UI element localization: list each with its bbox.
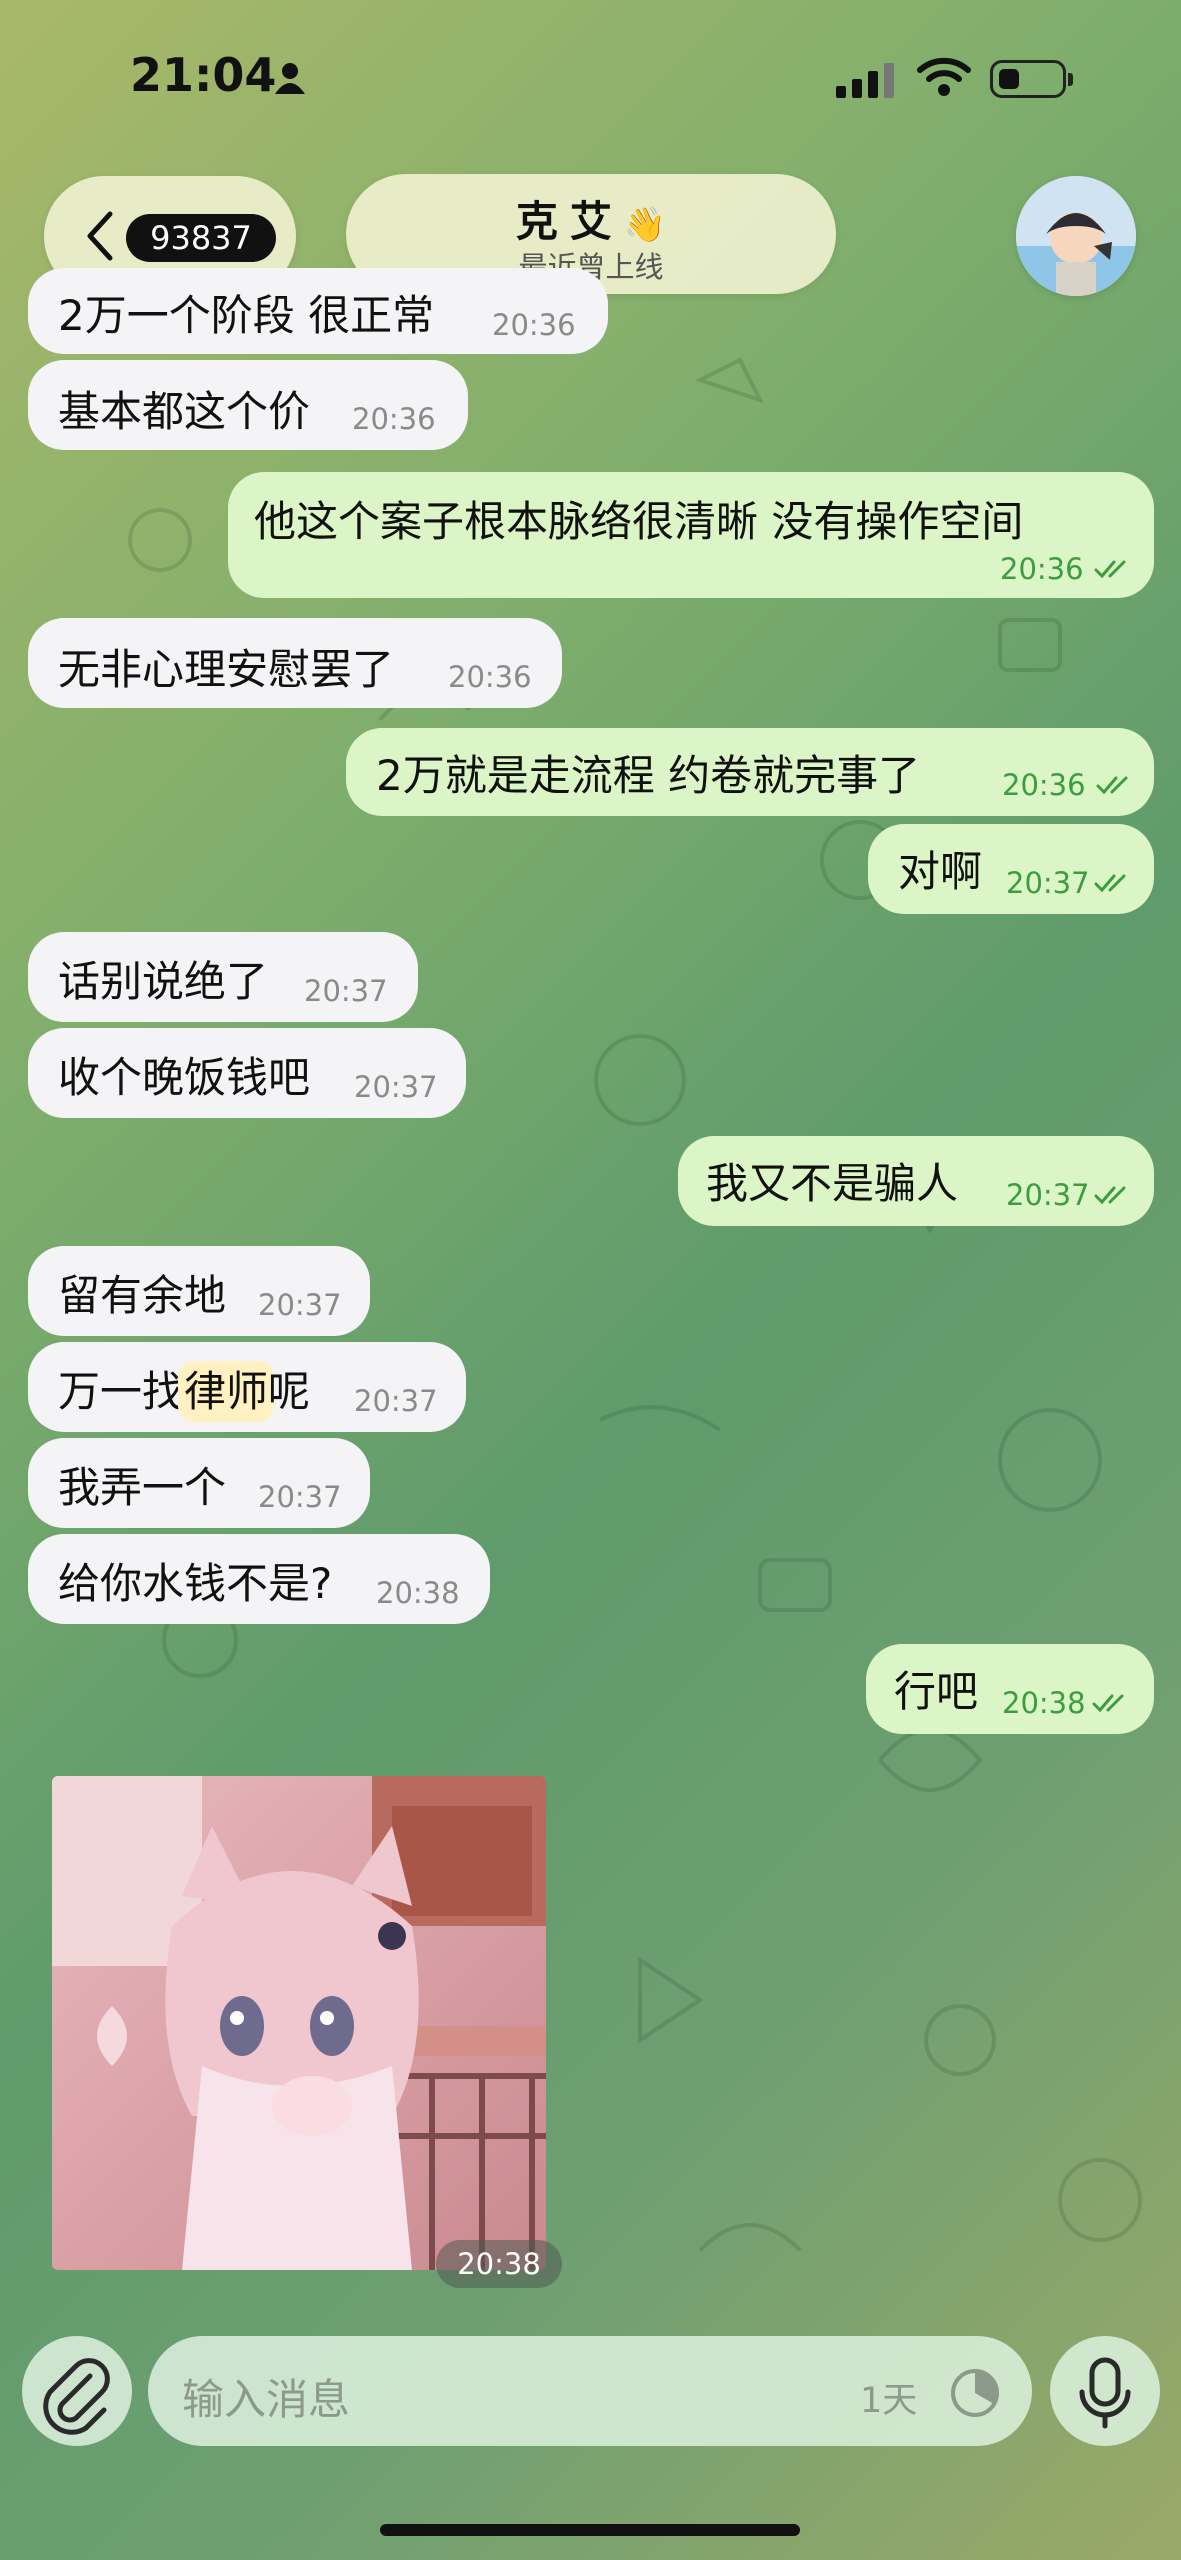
message-bubble[interactable]: 2万就是走流程 约卷就完事了 20:36	[346, 728, 1154, 816]
read-receipt-icon	[1092, 1694, 1124, 1713]
message-time: 20:36	[492, 308, 576, 342]
message-text: 无非心理安慰罢了	[58, 645, 395, 694]
message-bubble[interactable]: 基本都这个价 20:36	[28, 360, 468, 450]
message-text: 收个晚饭钱吧	[58, 1053, 311, 1102]
message-text: 行吧	[894, 1667, 979, 1716]
message-time: 20:37	[1006, 1178, 1090, 1212]
read-receipt-icon	[1096, 776, 1128, 795]
avatar[interactable]	[1016, 176, 1136, 296]
message-time: 20:38	[1002, 1686, 1086, 1720]
battery-icon	[990, 60, 1073, 98]
message-bubble[interactable]: 我弄一个 20:37	[28, 1438, 370, 1528]
message-time: 20:37	[258, 1288, 342, 1322]
search-highlight: 律师	[184, 1367, 269, 1416]
home-indicator[interactable]	[380, 2524, 800, 2536]
message-text: 他这个案子根本脉络很清晰 没有操作空间	[254, 497, 1024, 546]
media-message-image[interactable]	[52, 1776, 546, 2270]
message-bubble[interactable]: 留有余地 20:37	[28, 1246, 370, 1336]
message-bubble[interactable]: 行吧 20:38	[866, 1644, 1154, 1734]
message-time: 20:38	[436, 2240, 562, 2288]
self-destruct-label[interactable]: 1天	[860, 2372, 917, 2423]
message-time: 20:37	[354, 1070, 438, 1104]
message-text: 话别说绝了	[58, 957, 269, 1006]
status-bar: 21:04	[0, 0, 1181, 150]
attach-button[interactable]	[22, 2336, 132, 2446]
message-text: 对啊	[898, 847, 983, 896]
message-text: 给你水钱不是?	[58, 1559, 333, 1608]
message-time: 20:36	[1000, 552, 1084, 586]
read-receipt-icon	[1094, 874, 1126, 893]
message-bubble[interactable]: 收个晚饭钱吧 20:37	[28, 1028, 466, 1118]
message-text: 留有余地	[58, 1271, 227, 1320]
voice-message-button[interactable]	[1050, 2336, 1160, 2446]
wifi-icon	[917, 57, 971, 96]
message-input[interactable]: 输入消息 1天	[148, 2336, 1032, 2446]
message-bubble[interactable]: 他这个案子根本脉络很清晰 没有操作空间 20:36	[228, 472, 1154, 598]
message-bubble[interactable]: 给你水钱不是? 20:38	[28, 1534, 490, 1624]
message-input-placeholder: 输入消息	[182, 2375, 351, 2424]
message-bubble[interactable]: 对啊 20:37	[868, 824, 1154, 914]
message-bubble[interactable]: 万一找律师呢 20:37	[28, 1342, 466, 1432]
message-text: 2万一个阶段 很正常	[58, 291, 435, 340]
message-bubble[interactable]: 2万一个阶段 很正常 20:36	[28, 268, 608, 354]
microphone-icon	[1079, 2357, 1131, 2429]
paperclip-icon	[43, 2358, 110, 2435]
message-text-part: 呢	[268, 1367, 311, 1416]
message-time: 20:37	[258, 1480, 342, 1514]
person-icon	[275, 63, 305, 94]
read-receipt-icon	[1094, 560, 1126, 579]
timer-icon[interactable]	[948, 2366, 1002, 2420]
message-time: 20:36	[352, 402, 436, 436]
message-text: 我弄一个	[58, 1463, 227, 1512]
signal-icon	[836, 63, 894, 98]
message-bubble[interactable]: 话别说绝了 20:37	[28, 932, 418, 1022]
contact-name: 克艾	[515, 197, 624, 246]
message-bubble[interactable]: 无非心理安慰罢了 20:36	[28, 618, 562, 708]
message-time: 20:38	[376, 1576, 460, 1610]
message-text: 基本都这个价	[58, 387, 311, 436]
message-text: 万一找律师呢	[58, 1358, 310, 1419]
unread-count-badge: 93837	[126, 214, 276, 262]
message-text: 2万就是走流程 约卷就完事了	[376, 751, 921, 800]
message-bubble[interactable]: 我又不是骗人 20:37	[678, 1136, 1154, 1226]
message-time: 20:36	[1002, 768, 1086, 802]
waving-hand-icon: 👋	[623, 205, 667, 245]
message-time: 20:36	[448, 660, 532, 694]
message-text-part: 万一找	[58, 1367, 185, 1416]
chevron-left-icon	[87, 211, 113, 261]
message-time: 20:37	[354, 1384, 438, 1418]
message-time: 20:37	[1006, 866, 1090, 900]
status-time: 21:04	[130, 48, 277, 102]
message-time: 20:37	[304, 974, 388, 1008]
read-receipt-icon	[1094, 1186, 1126, 1205]
message-text: 我又不是骗人	[706, 1159, 959, 1208]
